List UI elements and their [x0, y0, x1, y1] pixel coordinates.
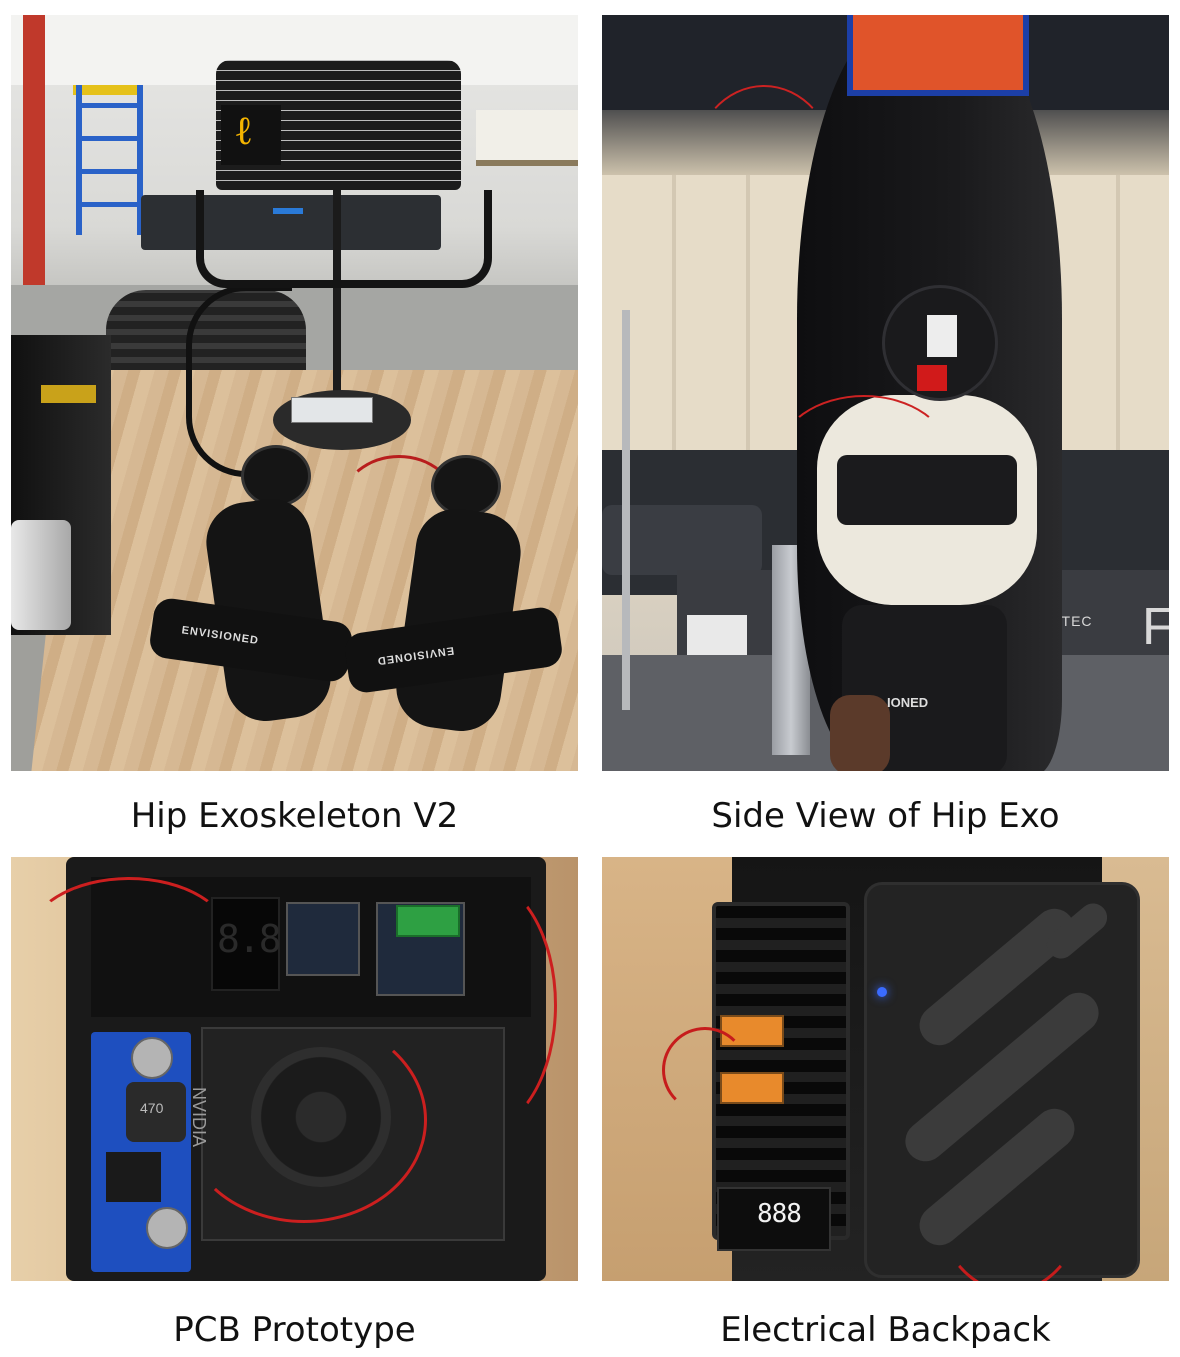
- bertec-letter: F: [1142, 598, 1169, 656]
- pcb-prototype-photo: 8.8.8. NVIDIA 470: [11, 857, 578, 1281]
- hip-motor-left: [241, 445, 311, 507]
- caption-electrical-backpack: Electrical Backpack: [720, 1310, 1051, 1350]
- backpack-vest: [847, 15, 1029, 96]
- electrical-backpack-photo: 888: [602, 857, 1169, 1281]
- side-view-photo: BERTEC F IONED: [602, 15, 1169, 771]
- hip-motor-right: [431, 455, 501, 517]
- imu-breakout: [286, 902, 360, 976]
- motor-driver-board: [917, 365, 947, 391]
- caption-hip-exoskeleton: Hip Exoskeleton V2: [130, 796, 459, 836]
- brand-logo: ℓ: [221, 105, 281, 165]
- hip-exoskeleton-photo: ℓ ENVISIONED ENVISIONED: [11, 15, 578, 771]
- caption-side-view: Side View of Hip Exo: [711, 796, 1060, 836]
- caption-pcb-prototype: PCB Prototype: [173, 1310, 416, 1350]
- status-led: [877, 987, 887, 997]
- thigh-band-label: IONED: [887, 695, 929, 710]
- voltage-meter: 888: [717, 1187, 831, 1251]
